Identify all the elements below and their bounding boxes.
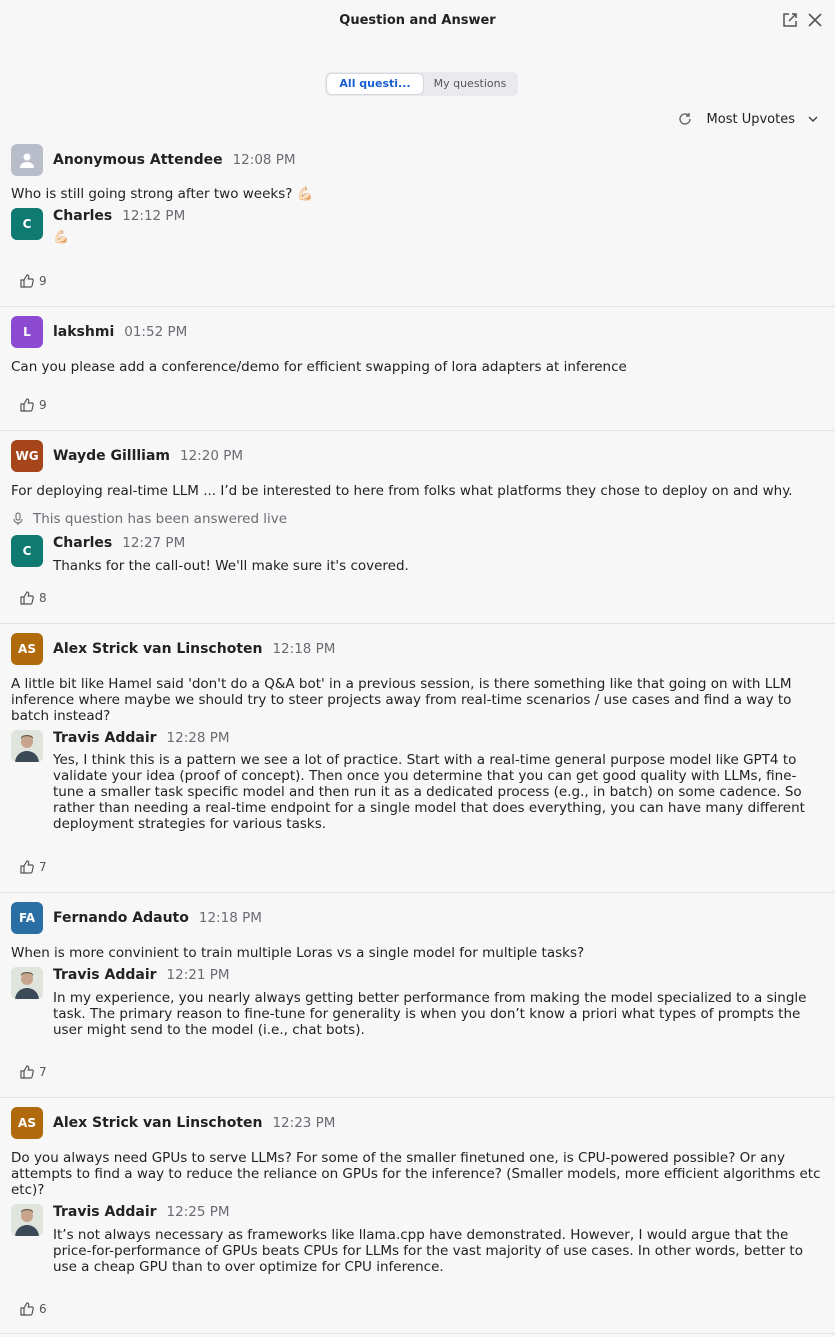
person-photo-icon [11, 967, 43, 999]
refresh-icon[interactable] [677, 111, 693, 127]
upvote-button[interactable]: 7 [19, 859, 47, 875]
avatar: C [11, 535, 43, 567]
answered-live-label: This question has been answered live [33, 511, 288, 527]
answer-text: In my experience, you nearly always gett… [53, 990, 807, 1038]
question-author: lakshmi [53, 324, 115, 340]
question-item: AS Alex Strick van Linschoten 12:23 PM D… [0, 1098, 835, 1334]
answer-author: Travis Addair [53, 730, 157, 746]
avatar: AS [11, 1107, 43, 1139]
answer-text: Yes, I think this is a pattern we see a … [53, 752, 805, 832]
avatar: WG [11, 440, 43, 472]
question-author: Alex Strick van Linschoten [53, 641, 263, 657]
close-icon[interactable] [806, 11, 824, 29]
upvote-button[interactable]: 6 [19, 1301, 47, 1317]
thumbs-up-icon [20, 860, 34, 874]
question-time: 12:18 PM [272, 641, 336, 657]
question-time: 12:08 PM [232, 152, 296, 168]
question-time: 12:18 PM [198, 910, 262, 926]
question-item: AS Alex Strick van Linschoten 12:18 PM A… [0, 624, 835, 893]
question-author: Alex Strick van Linschoten [53, 1115, 263, 1131]
answer-time: 12:12 PM [122, 208, 186, 224]
upvote-button[interactable]: 9 [19, 273, 47, 289]
upvote-button[interactable]: 7 [19, 1064, 47, 1080]
upvote-count: 7 [39, 1065, 47, 1079]
question-list: Anonymous Attendee 12:08 PM Who is still… [0, 142, 835, 1334]
upvote-count: 9 [39, 274, 47, 288]
answer-text: It’s not always necessary as frameworks … [53, 1227, 803, 1275]
answered-live-note: This question has been answered live [11, 511, 287, 527]
answer-text: 💪🏻 [53, 230, 70, 245]
question-author: Fernando Adauto [53, 910, 189, 926]
question-text: For deploying real-time LLM ... I’d be i… [11, 483, 793, 499]
popout-icon[interactable] [781, 11, 799, 29]
travis-avatar [11, 1204, 43, 1236]
answer-text: Thanks for the call-out! We'll make sure… [53, 558, 409, 574]
answer-author: Charles [53, 535, 113, 551]
person-photo-icon [11, 1204, 43, 1236]
chevron-down-icon[interactable] [807, 113, 819, 125]
upvote-count: 6 [39, 1302, 47, 1316]
avatar: FA [11, 902, 43, 934]
avatar: C [11, 208, 43, 240]
answer-author: Charles [53, 208, 113, 224]
travis-avatar [11, 730, 43, 762]
question-author: Anonymous Attendee [53, 152, 223, 168]
avatar [11, 144, 43, 176]
question-time: 12:20 PM [180, 448, 243, 464]
question-time: 12:23 PM [272, 1115, 336, 1131]
person-photo-icon [11, 730, 43, 762]
upvote-button[interactable]: 9 [19, 397, 47, 413]
question-text: Do you always need GPUs to serve LLMs? F… [11, 1150, 821, 1198]
question-item: Anonymous Attendee 12:08 PM Who is still… [0, 142, 835, 307]
upvote-count: 7 [39, 860, 47, 874]
question-time: 01:52 PM [124, 324, 188, 340]
question-text: A little bit like Hamel said 'don't do a… [11, 676, 792, 724]
panel-header: Question and Answer [0, 0, 835, 40]
travis-avatar [11, 967, 43, 999]
microphone-icon [13, 512, 23, 525]
answer-time: 12:27 PM [122, 535, 186, 551]
answer-time: 12:28 PM [166, 730, 230, 746]
answer-time: 12:25 PM [166, 1204, 230, 1220]
user-icon [20, 153, 34, 168]
tab-my-questions[interactable]: My questions [425, 74, 515, 94]
avatar: AS [11, 633, 43, 665]
question-item: FA Fernando Adauto 12:18 PM When is more… [0, 893, 835, 1098]
question-item: WG Wayde Gillliam 12:20 PM For deploying… [0, 431, 835, 624]
thumbs-up-icon [20, 398, 34, 412]
sort-control: Most Upvotes [677, 110, 819, 128]
avatar: L [11, 316, 43, 348]
answer-author: Travis Addair [53, 967, 157, 983]
thumbs-up-icon [20, 591, 34, 605]
sort-dropdown-label[interactable]: Most Upvotes [707, 112, 795, 127]
panel-title: Question and Answer [339, 13, 496, 28]
question-item: L lakshmi 01:52 PM Can you please add a … [0, 307, 835, 431]
question-text: Who is still going strong after two week… [11, 186, 314, 202]
question-text: When is more convinient to train multipl… [11, 945, 585, 961]
upvote-count: 8 [39, 591, 47, 605]
upvote-button[interactable]: 8 [19, 590, 47, 606]
question-text: Can you please add a conference/demo for… [11, 359, 627, 375]
thumbs-up-icon [20, 1302, 34, 1316]
answer-time: 12:21 PM [166, 967, 230, 983]
question-author: Wayde Gillliam [53, 448, 170, 464]
question-filter-tabs: All questi... My questions [325, 72, 518, 96]
thumbs-up-icon [20, 274, 34, 288]
thumbs-up-icon [20, 1065, 34, 1079]
upvote-count: 9 [39, 398, 47, 412]
answer-author: Travis Addair [53, 1204, 157, 1220]
tab-all-questions[interactable]: All questi... [327, 74, 423, 94]
